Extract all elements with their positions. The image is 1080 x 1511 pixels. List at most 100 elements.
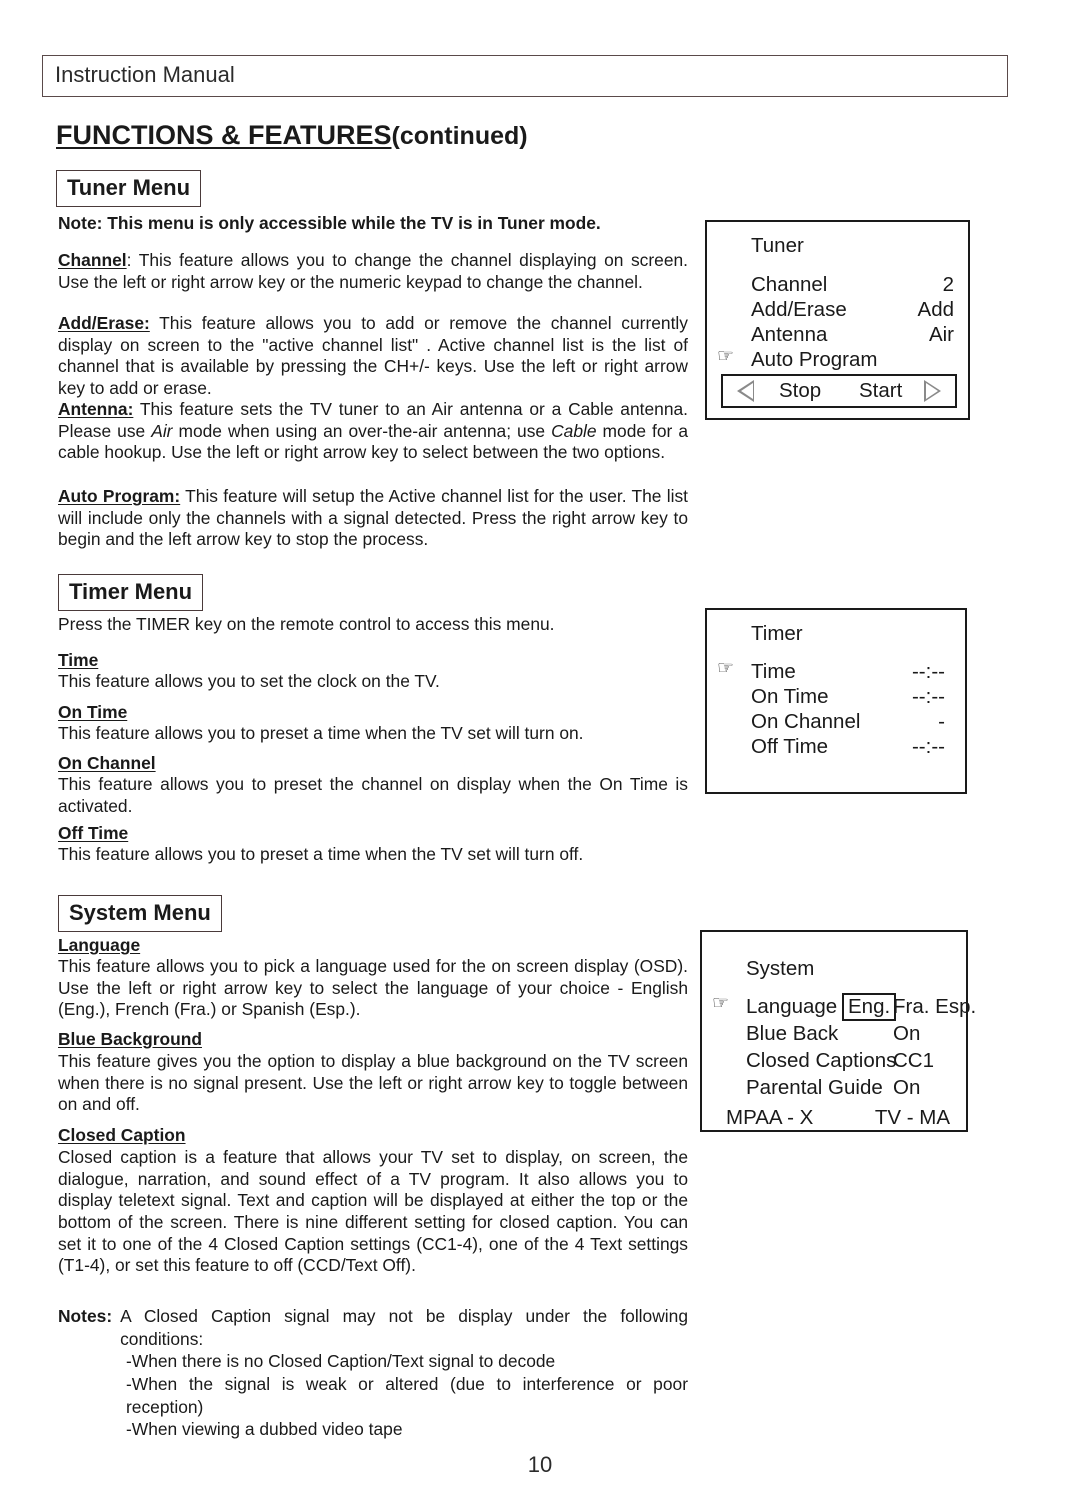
notes-bullet: -When viewing a dubbed video tape [126, 1419, 403, 1440]
system-subhead-bluebackground: Blue Background [58, 1029, 202, 1049]
osd-tuner-row-selected[interactable]: ☞ Auto Program [707, 346, 968, 372]
notes-bullet: -When the signal is weak or altered (due… [126, 1373, 688, 1417]
osd-tuner-row-value: 2 [942, 273, 954, 296]
right-arrow-icon[interactable] [924, 380, 941, 402]
timer-subhead-ontime: On Time [58, 702, 128, 722]
tuner-para-adderase-body: This feature allows you to add or remove… [58, 313, 688, 398]
tuner-para-antenna: Antenna: This feature sets the TV tuner … [58, 399, 688, 464]
osd-timer-row-value: - [938, 710, 945, 733]
start-label[interactable]: Start [859, 379, 902, 403]
notes-label: Notes: [58, 1306, 113, 1326]
notes-bullet-row: -When the signal is weak or altered (due… [58, 1373, 688, 1418]
osd-tuner-row-label: Channel [751, 273, 828, 296]
page-number: 10 [527, 1452, 553, 1477]
timer-subhead-onchannel: On Channel [58, 753, 156, 773]
header-title: Instruction Manual [55, 62, 235, 87]
osd-tuner-row[interactable]: Antenna Air [707, 323, 968, 347]
timer-subhead-time: Time [58, 650, 99, 670]
tuner-para-antenna-lead: Antenna: [58, 399, 134, 419]
tuner-para-channel: Channel: This feature allows you to chan… [58, 250, 688, 293]
tuner-para-autoprogram-lead: Auto Program: [58, 486, 181, 506]
timer-intro: Press the TIMER key on the remote contro… [58, 614, 555, 634]
osd-tuner-row[interactable]: Add/Erase Add [707, 298, 968, 322]
osd-timer-row-value: --:-- [911, 660, 945, 683]
pointing-hand-icon: ☞ [717, 658, 735, 679]
osd-system-row[interactable]: Closed Captions CC1 [702, 1049, 966, 1075]
notes-bullet-row: -When there is no Closed Caption/Text si… [58, 1350, 688, 1373]
language-selected-chip[interactable]: Eng. [842, 993, 897, 1021]
osd-panel-tuner: Tuner Channel 2 Add/Erase Add Antenna Ai… [705, 220, 970, 420]
osd-system-row-value: CC1 [893, 1049, 935, 1072]
timer-body-offtime: This feature allows you to preset a time… [58, 844, 584, 864]
system-body-language: This feature allows you to pick a langua… [58, 956, 688, 1020]
osd-tuner-row-label: Antenna [751, 323, 828, 346]
osd-timer-row-label: On Time [751, 685, 829, 708]
osd-timer-row-label: On Channel [751, 710, 861, 733]
timer-body-time: This feature allows you to set the clock… [58, 671, 440, 691]
notes-intro: A Closed Caption signal may not be displ… [120, 1306, 688, 1349]
page-header-box: Instruction Manual [42, 55, 1008, 97]
pointing-hand-icon: ☞ [712, 993, 730, 1014]
osd-tuner-title: Tuner [751, 234, 804, 257]
osd-timer-title: Timer [751, 622, 803, 645]
osd-timer-row[interactable]: Off Time --:-- [707, 735, 965, 759]
osd-tuner-row[interactable]: Channel 2 [707, 273, 968, 297]
notes-intro-row: Notes: A Closed Caption signal may not b… [58, 1305, 688, 1350]
page-title-main: FUNCTIONS & FEATURES [56, 120, 392, 150]
language-other-options[interactable]: Fra. Esp. [893, 995, 976, 1019]
system-subhead-closedcaption: Closed Caption [58, 1125, 186, 1145]
tuner-para-channel-body: This feature allows you to change the ch… [58, 250, 688, 292]
left-arrow-icon[interactable] [737, 380, 754, 402]
page-title: FUNCTIONS & FEATURES(continued) [56, 120, 528, 151]
tuner-para-autoprogram: Auto Program: This feature will setup th… [58, 486, 688, 551]
tuner-para-antenna-italic-cable: Cable [551, 420, 597, 441]
osd-timer-row-selected[interactable]: ☞ Time --:-- [707, 658, 965, 684]
section-heading-system: System Menu [58, 895, 222, 932]
system-body-closedcaption: Closed caption is a feature that allows … [58, 1147, 688, 1276]
system-notes: Notes: A Closed Caption signal may not b… [58, 1305, 688, 1441]
tuner-note: Note: This menu is only accessible while… [58, 213, 601, 233]
osd-system-row-label: Parental Guide [746, 1076, 883, 1099]
osd-tuner-row-label: Add/Erase [751, 298, 847, 321]
osd-tuner-row-value: Air [928, 323, 954, 346]
osd-system-row-label: Closed Captions [746, 1049, 897, 1072]
osd-timer-row-label: Off Time [751, 735, 829, 758]
osd-system-row-value: On [893, 1076, 921, 1099]
stop-label[interactable]: Stop [779, 379, 821, 403]
osd-system-row-selected[interactable]: ☞ Language Eng. Fra. Esp. [702, 993, 976, 1021]
osd-system-title: System [746, 957, 815, 980]
tuner-para-antenna-body-2: mode when using an over-the-air antenna;… [172, 420, 552, 441]
notes-bullet-row: -When viewing a dubbed video tape [58, 1418, 688, 1441]
osd-panel-timer: Timer ☞ Time --:-- On Time --:-- On Chan… [705, 608, 967, 794]
tv-rating: TV - MA [874, 1106, 950, 1129]
osd-timer-row-value: --:-- [911, 685, 945, 708]
osd-system-row-label: Language [746, 995, 838, 1018]
osd-tuner-row-label: Auto Program [751, 348, 878, 371]
osd-system-rows: ☞ Language Eng. Fra. Esp. Blue Back On C… [702, 993, 976, 1103]
section-heading-tuner: Tuner Menu [56, 170, 202, 207]
auto-program-arrow-bar: Stop Start [721, 374, 957, 408]
system-body-bluebackground: This feature gives you the option to dis… [58, 1051, 688, 1115]
pointing-hand-icon: ☞ [717, 346, 735, 367]
osd-system-row[interactable]: Parental Guide On [702, 1076, 966, 1102]
osd-system-row[interactable]: Blue Back On [702, 1022, 966, 1048]
osd-system-row-label: Blue Back [746, 1022, 839, 1045]
osd-panel-system: System ☞ Language Eng. Fra. Esp. Blue Ba… [700, 930, 976, 1132]
osd-timer-row[interactable]: On Time --:-- [707, 685, 965, 709]
mpaa-rating: MPAA - X [726, 1106, 814, 1129]
page-title-suffix: (continued) [391, 122, 528, 150]
osd-timer-row[interactable]: On Channel - [707, 710, 965, 734]
system-subhead-language: Language [58, 935, 141, 955]
timer-subhead-offtime: Off Time [58, 823, 129, 843]
tuner-para-antenna-italic-air: Air [151, 420, 173, 441]
osd-tuner-rows: Channel 2 Add/Erase Add Antenna Air ☞ Au… [707, 273, 968, 373]
manual-page: Instruction Manual FUNCTIONS & FEATURES(… [0, 0, 1080, 1511]
osd-timer-row-value: --:-- [911, 735, 945, 758]
osd-timer-rows: ☞ Time --:-- On Time --:-- On Channel - … [707, 658, 965, 760]
osd-system-row-value: On [893, 1022, 921, 1045]
timer-body-onchannel: This feature allows you to preset the ch… [58, 774, 688, 816]
tuner-para-adderase-lead: Add/Erase: [58, 313, 150, 333]
tuner-para-adderase: Add/Erase: This feature allows you to ad… [58, 313, 688, 400]
osd-tuner-row-value: Add [917, 298, 954, 321]
notes-bullet: -When there is no Closed Caption/Text si… [126, 1351, 556, 1372]
